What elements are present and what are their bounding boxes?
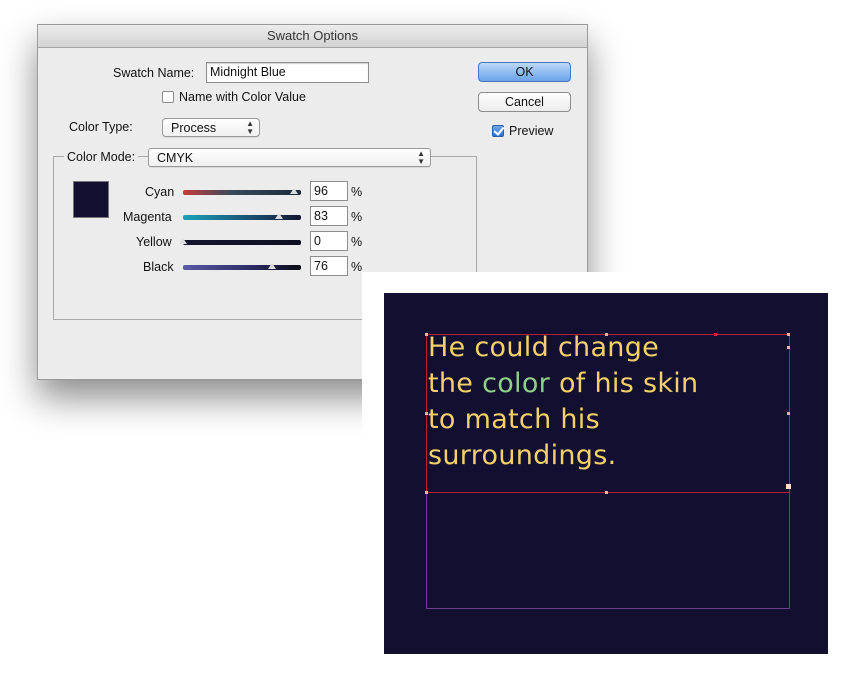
name-with-color-value-label: Name with Color Value <box>179 90 306 104</box>
dialog-title: Swatch Options <box>38 25 587 48</box>
color-mode-dropdown[interactable]: CMYK ▲ ▼ <box>148 148 431 167</box>
dropdown-arrows-icon: ▲ ▼ <box>246 119 254 136</box>
artboard: He could change the color of his skin to… <box>384 293 828 654</box>
black-slider-thumb[interactable] <box>268 263 276 269</box>
story-line: surroundings. <box>428 438 788 474</box>
dropdown-arrows-icon: ▲ ▼ <box>417 149 425 166</box>
color-mode-label: Color Mode: <box>64 150 139 164</box>
black-percent: % <box>351 260 363 274</box>
frame-handle[interactable] <box>425 491 428 494</box>
magenta-slider[interactable] <box>183 215 301 220</box>
cyan-slider[interactable] <box>183 190 301 195</box>
yellow-slider-thumb[interactable] <box>179 238 187 244</box>
color-swatch-preview <box>73 181 109 218</box>
story-line-text: of his skin <box>550 368 699 399</box>
story-line: the color of his skin <box>428 366 788 402</box>
swatch-name-label: Swatch Name: <box>113 66 195 80</box>
story-line: to match his <box>428 402 788 438</box>
document-canvas: He could change the color of his skin to… <box>362 272 850 696</box>
yellow-value-input[interactable]: 0 <box>310 231 348 251</box>
cancel-button[interactable]: Cancel <box>478 92 571 112</box>
preview-checkbox[interactable] <box>492 125 504 137</box>
ok-button[interactable]: OK <box>478 62 571 82</box>
black-value-input[interactable]: 76 <box>310 256 348 276</box>
story-line-text: surroundings. <box>428 440 617 471</box>
color-type-label: Color Type: <box>69 120 133 134</box>
magenta-value-input[interactable]: 83 <box>310 206 348 226</box>
yellow-slider[interactable] <box>183 240 301 245</box>
story-line-text: the <box>428 368 483 399</box>
color-type-value: Process <box>171 121 217 135</box>
magenta-label: Magenta <box>123 210 172 224</box>
black-slider[interactable] <box>183 265 301 270</box>
story-text: He could change the color of his skin to… <box>428 330 788 474</box>
story-line-text: to match his <box>428 404 600 435</box>
cyan-value-input[interactable]: 96 <box>310 181 348 201</box>
color-type-dropdown[interactable]: Process ▲ ▼ <box>162 118 260 137</box>
yellow-label: Yellow <box>136 235 172 249</box>
cyan-percent: % <box>351 185 363 199</box>
frame-handle[interactable] <box>786 484 791 489</box>
swatch-name-input[interactable]: Midnight Blue <box>206 62 369 83</box>
story-line: He could change <box>428 330 788 366</box>
story-line-text: He could change <box>428 332 660 363</box>
preview-label: Preview <box>509 124 554 138</box>
black-label: Black <box>143 260 174 274</box>
cyan-slider-thumb[interactable] <box>290 188 298 194</box>
name-with-color-value-checkbox[interactable] <box>162 91 174 103</box>
magenta-percent: % <box>351 210 363 224</box>
color-mode-value: CMYK <box>157 151 194 165</box>
cyan-label: Cyan <box>145 185 175 199</box>
highlighted-word: color <box>482 368 551 399</box>
yellow-percent: % <box>351 235 363 249</box>
magenta-slider-thumb[interactable] <box>275 213 283 219</box>
frame-handle[interactable] <box>605 491 608 494</box>
